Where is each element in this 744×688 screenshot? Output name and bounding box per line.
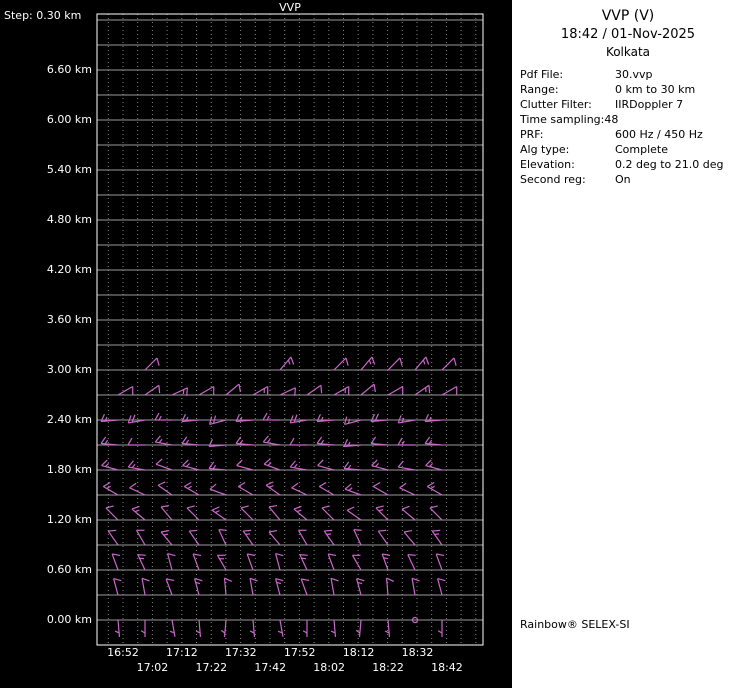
field-label: Pdf File: — [520, 68, 564, 81]
x-axis-label: 17:12 — [166, 646, 198, 659]
field-label: Clutter Filter: — [520, 98, 592, 111]
field-value: Complete — [615, 143, 669, 156]
y-axis-label: 4.80 km — [46, 213, 92, 226]
y-axis-label: 6.60 km — [46, 63, 92, 76]
info-field-row: Alg type: Complete — [512, 142, 744, 157]
y-axis-label: 1.80 km — [46, 463, 92, 476]
x-axis-label: 18:12 — [342, 646, 375, 659]
field-label: Elevation: — [520, 158, 575, 171]
x-axis-label: 18:22 — [372, 661, 404, 674]
info-field-row: Second reg: On — [512, 172, 744, 187]
x-axis-label: 16:52 — [107, 646, 139, 659]
y-axis-label: 5.40 km — [46, 163, 92, 176]
y-axis-label: 3.00 km — [46, 363, 92, 376]
info-fields: Pdf File: 30.vvp Range: 0 km to 30 km Clutte… — [512, 67, 744, 187]
x-axis-label: 17:32 — [224, 646, 257, 659]
field-value: 48 — [604, 113, 619, 126]
x-axis-label: 18:02 — [313, 661, 345, 674]
info-field-row: Time sampling: 48 — [512, 112, 744, 127]
x-axis-label: 17:02 — [136, 661, 169, 674]
field-label: Time sampling: — [520, 113, 605, 126]
info-panel: VVP (V) 18:42 / 01-Nov-2025 Kolkata Pdf … — [512, 0, 744, 688]
x-axis-label: 17:52 — [283, 646, 316, 659]
field-value: IIRDoppler 7 — [615, 98, 684, 111]
field-value: 30.vvp — [615, 68, 653, 81]
y-axis-label: 6.00 km — [46, 113, 92, 126]
panel-title: VVP (V) — [601, 8, 655, 24]
y-axis-label: 2.40 km — [46, 413, 92, 426]
field-value: 0 km to 30 km — [615, 83, 696, 96]
y-axis-label: 1.20 km — [46, 513, 92, 526]
y-axis-label: 4.20 km — [46, 263, 92, 276]
x-axis-label: 17:42 — [254, 661, 287, 674]
x-axis-label: 18:32 — [401, 646, 434, 659]
wind-profile-chart — [96, 13, 484, 646]
panel-datetime: 18:42 / 01-Nov-2025 — [560, 27, 696, 42]
x-axis-label: 17:22 — [195, 661, 228, 674]
info-field-row: PRF: 600 Hz / 450 Hz — [512, 127, 744, 142]
panel-site: Kolkata — [605, 45, 651, 59]
field-value: 0.2 deg to 21.0 deg — [615, 158, 724, 171]
info-field-row: Elevation: 0.2 deg to 21.0 deg — [512, 157, 744, 172]
field-label: Alg type: — [520, 143, 570, 156]
info-field-row: Clutter Filter: IIRDoppler 7 — [512, 97, 744, 112]
field-value: On — [615, 173, 631, 186]
y-axis-label: 3.60 km — [46, 313, 92, 326]
vvp-window: VVP Step: 0.30 km 6.60 km 6.00 km 5.40 km 4… — [0, 0, 744, 688]
y-axis-label: 0.60 km — [46, 563, 92, 576]
x-axis-label: 18:42 — [431, 661, 463, 674]
info-field-row: Pdf File: 30.vvp — [512, 67, 744, 82]
field-label: PRF: — [520, 128, 544, 141]
y-axis-label: 0.00 km — [46, 613, 92, 626]
field-label: Range: — [520, 83, 559, 96]
field-value: 600 Hz / 450 Hz — [615, 128, 703, 141]
field-label: Second reg: — [520, 173, 586, 186]
info-field-row: Range: 0 km to 30 km — [512, 82, 744, 97]
brand-footer: Rainbow® SELEX-SI — [520, 618, 630, 631]
